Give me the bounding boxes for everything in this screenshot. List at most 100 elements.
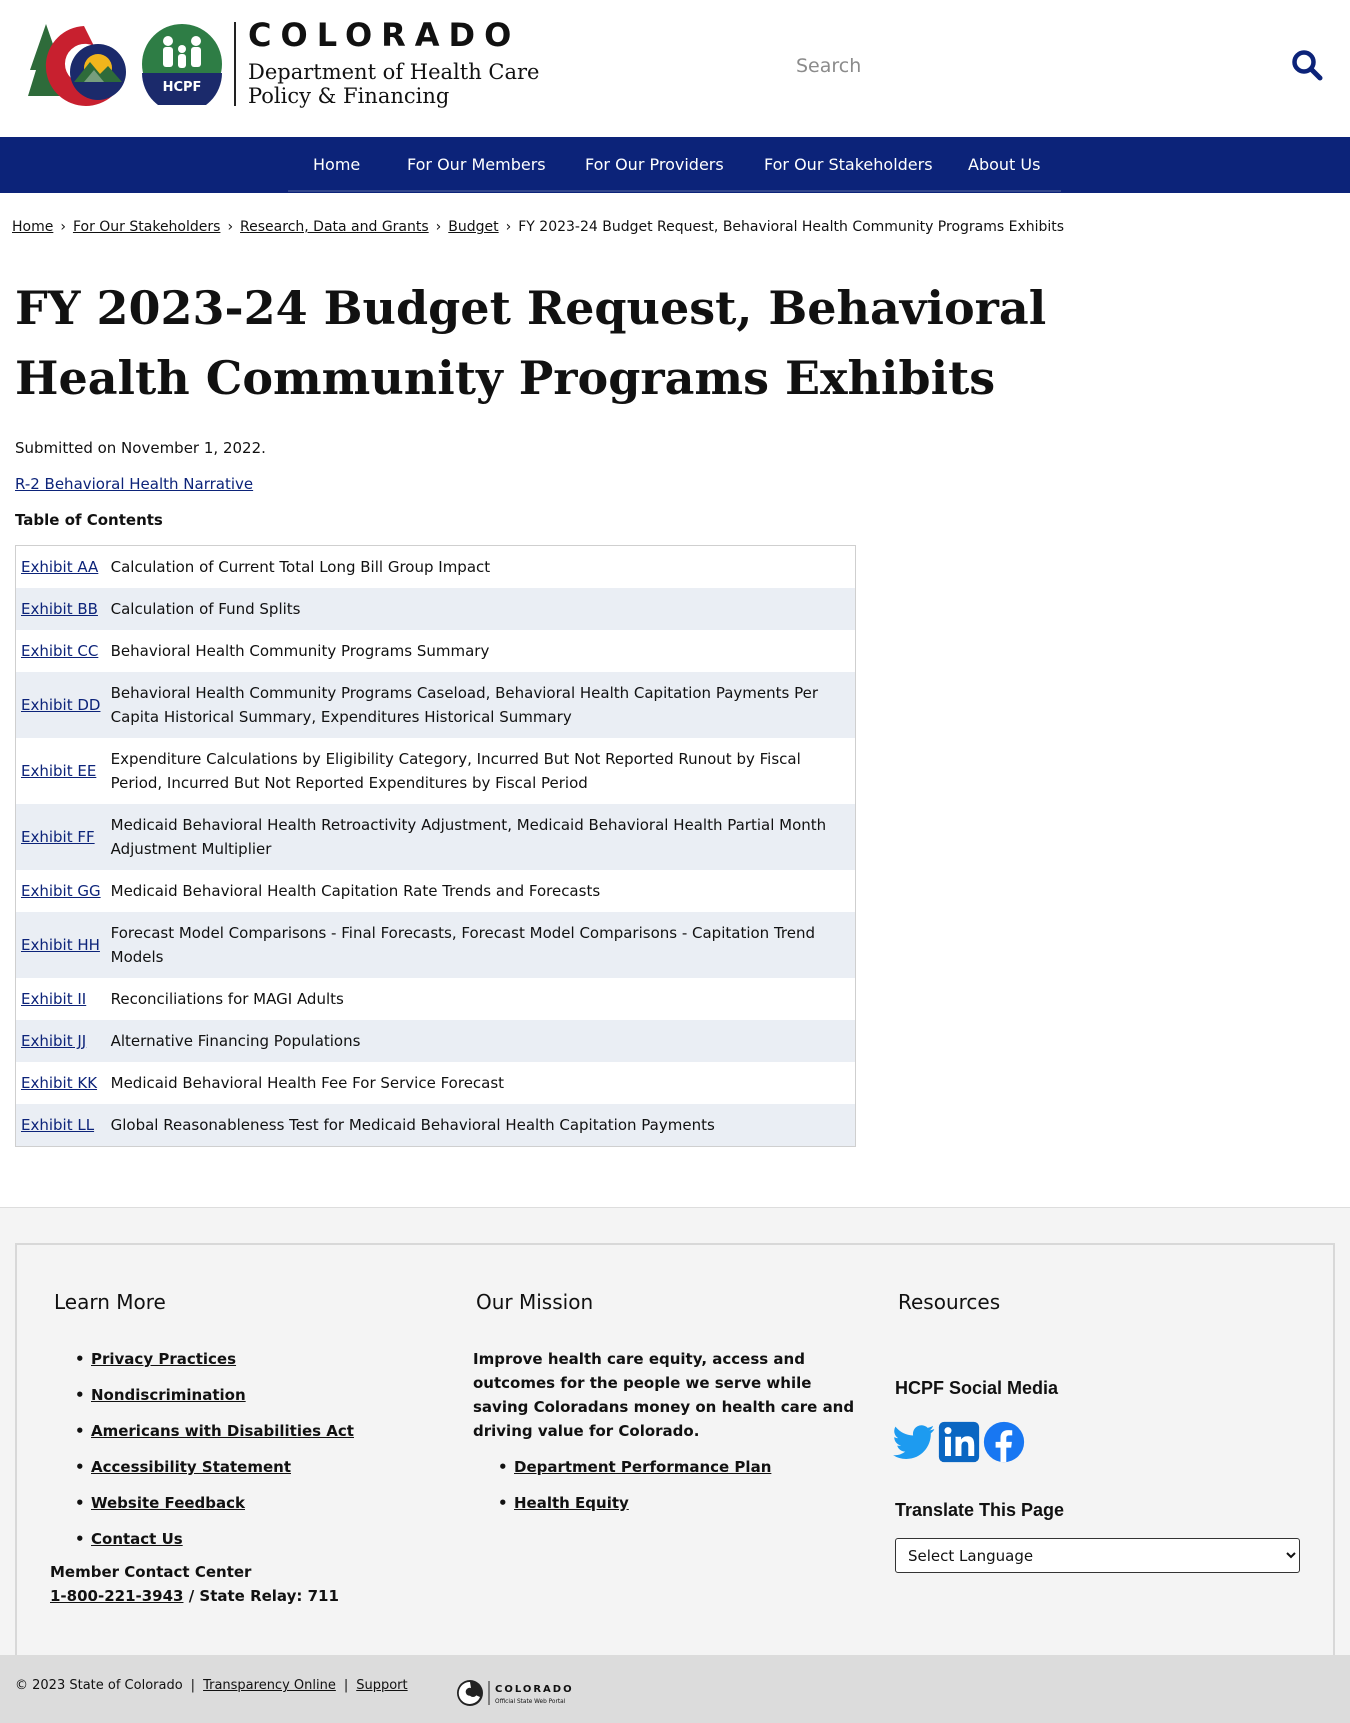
exhibit-cell: Exhibit EE — [16, 738, 106, 804]
facebook-icon[interactable] — [983, 1421, 1025, 1463]
nav-underline — [288, 190, 1061, 192]
state-name: COLORADO — [248, 16, 521, 54]
exhibit-cell: Exhibit LL — [16, 1104, 106, 1147]
nav-item-stakeholders[interactable]: For Our Stakeholders — [764, 137, 933, 193]
list-item: Accessibility Statement — [75, 1456, 354, 1492]
table-row: Exhibit DD Behavioral Health Community Pr… — [15, 672, 856, 738]
nav-item-providers[interactable]: For Our Providers — [585, 137, 724, 193]
breadcrumb-research[interactable]: Research, Data and Grants — [240, 219, 429, 235]
exhibit-cell: Exhibit KK — [16, 1062, 106, 1104]
exhibit-cell: Exhibit CC — [16, 630, 106, 672]
transparency-link[interactable]: Transparency Online — [203, 1678, 336, 1693]
phone-link[interactable]: 1-800-221-3943 — [50, 1587, 183, 1605]
department-line-2: Policy & Financing — [248, 84, 450, 108]
site-header: HCPF COLORADO Department of Health Care … — [0, 0, 1350, 137]
exhibit-link[interactable]: Exhibit BB — [21, 600, 98, 618]
state-portal-logo[interactable]: COLORADO Official State Web Portal — [455, 1677, 595, 1709]
copyright-text: © 2023 State of Colorado — [15, 1678, 183, 1693]
health-equity-link[interactable]: Health Equity — [514, 1494, 629, 1512]
contact-center-label: Member Contact Center — [50, 1563, 252, 1581]
exhibit-link[interactable]: Exhibit GG — [21, 882, 101, 900]
breadcrumb: Home › For Our Stakeholders › Research, Data… — [12, 219, 1064, 235]
performance-plan-link[interactable]: Department Performance Plan — [514, 1458, 771, 1476]
exhibit-cell: Exhibit DD — [16, 672, 106, 738]
submitted-date: Submitted on November 1, 2022. — [15, 439, 266, 457]
support-link[interactable]: Support — [356, 1678, 407, 1693]
ada-link[interactable]: Americans with Disabilities Act — [91, 1422, 354, 1440]
narrative-link[interactable]: R-2 Behavioral Health Narrative — [15, 475, 253, 493]
table-row: Exhibit JJ Alternative Financing Populati… — [15, 1020, 856, 1062]
department-line-1: Department of Health Care — [248, 60, 540, 84]
list-item: Contact Us — [75, 1528, 354, 1564]
contact-us-link[interactable]: Contact Us — [91, 1530, 183, 1548]
twitter-icon[interactable] — [893, 1421, 935, 1463]
exhibit-link[interactable]: Exhibit II — [21, 990, 86, 1008]
main-nav: Home For Our Members For Our Providers F… — [0, 137, 1350, 193]
exhibit-cell: Exhibit JJ — [16, 1020, 106, 1062]
exhibit-description: Forecast Model Comparisons - Final Forec… — [110, 924, 816, 966]
breadcrumb-home[interactable]: Home — [12, 219, 53, 235]
exhibit-description: Behavioral Health Community Programs Sum… — [110, 642, 490, 660]
list-item: Nondiscrimination — [75, 1384, 354, 1420]
page-title: FY 2023-24 Budget Request, Behavioral He… — [15, 281, 1047, 405]
exhibit-link[interactable]: Exhibit HH — [21, 936, 100, 954]
resources-heading: Resources — [898, 1290, 1001, 1314]
website-feedback-link[interactable]: Website Feedback — [91, 1494, 245, 1512]
exhibit-description: Medicaid Behavioral Health Fee For Servi… — [110, 1074, 505, 1092]
pipe-divider: | — [190, 1678, 196, 1693]
language-select[interactable]: Select Language — [895, 1538, 1300, 1573]
nondiscrimination-link[interactable]: Nondiscrimination — [91, 1386, 246, 1404]
colorado-logo[interactable] — [28, 20, 138, 106]
breadcrumb-separator: › — [435, 219, 442, 235]
exhibit-link[interactable]: Exhibit CC — [21, 642, 98, 660]
table-row: Exhibit LL Global Reasonableness Test for… — [15, 1104, 856, 1147]
accessibility-link[interactable]: Accessibility Statement — [91, 1458, 291, 1476]
breadcrumb-current: FY 2023-24 Budget Request, Behavioral He… — [518, 219, 1065, 235]
list-item: Americans with Disabilities Act — [75, 1420, 354, 1456]
breadcrumb-stakeholders[interactable]: For Our Stakeholders — [73, 219, 220, 235]
exhibit-link[interactable]: Exhibit DD — [21, 696, 100, 714]
search-icon[interactable] — [1290, 48, 1324, 82]
contact-line: 1-800-221-3943 / State Relay: 711 — [50, 1587, 339, 1605]
exhibit-link[interactable]: Exhibit KK — [21, 1074, 97, 1092]
exhibit-description: Behavioral Health Community Programs Cas… — [110, 684, 818, 726]
breadcrumb-separator: › — [227, 219, 234, 235]
exhibit-link[interactable]: Exhibit JJ — [21, 1032, 86, 1050]
exhibit-description: Global Reasonableness Test for Medicaid … — [110, 1116, 715, 1134]
breadcrumb-separator: › — [60, 219, 66, 235]
mission-list: Department Performance Plan Health Equit… — [498, 1456, 771, 1528]
exhibit-cell: Exhibit HH — [16, 912, 106, 978]
exhibit-link[interactable]: Exhibit EE — [21, 762, 96, 780]
learn-more-heading: Learn More — [54, 1290, 166, 1314]
exhibit-link[interactable]: Exhibit AA — [21, 558, 98, 576]
list-item: Website Feedback — [75, 1492, 354, 1528]
linkedin-icon[interactable] — [938, 1421, 980, 1463]
breadcrumb-separator: › — [505, 219, 512, 235]
search-input[interactable] — [796, 44, 1276, 88]
nav-item-members[interactable]: For Our Members — [407, 137, 546, 193]
nav-item-about[interactable]: About Us — [968, 137, 1040, 193]
exhibit-cell: Exhibit GG — [16, 870, 106, 912]
social-heading: HCPF Social Media — [895, 1378, 1059, 1398]
exhibit-link[interactable]: Exhibit FF — [21, 828, 95, 846]
privacy-practices-link[interactable]: Privacy Practices — [91, 1350, 236, 1368]
mission-text: Improve health care equity, access and o… — [473, 1350, 855, 1440]
table-row: Exhibit CC Behavioral Health Community Pr… — [16, 630, 856, 672]
mission-heading: Our Mission — [476, 1290, 594, 1314]
table-row: Exhibit BB Calculation of Fund Splits — [15, 588, 856, 630]
table-row: Exhibit AA Calculation of Current Total L… — [16, 546, 856, 589]
exhibit-description: Medicaid Behavioral Health Retroactivity… — [110, 816, 827, 858]
exhibit-link[interactable]: Exhibit LL — [21, 1116, 94, 1134]
hcpf-logo[interactable]: HCPF — [141, 23, 223, 105]
table-row: Exhibit II Reconciliations for MAGI Adult… — [16, 978, 856, 1020]
hcpf-badge-text: HCPF — [163, 80, 202, 95]
department-name: Department of Health Care Policy & Finan… — [248, 60, 539, 108]
list-item: Health Equity — [498, 1492, 771, 1528]
nav-item-home[interactable]: Home — [313, 137, 360, 193]
exhibit-description: Medicaid Behavioral Health Capitation Ra… — [110, 882, 601, 900]
exhibit-cell: Exhibit FF — [16, 804, 106, 870]
pipe-divider: | — [343, 1678, 349, 1693]
breadcrumb-budget[interactable]: Budget — [448, 219, 498, 235]
exhibit-description: Calculation of Fund Splits — [110, 600, 301, 618]
translate-heading: Translate This Page — [895, 1500, 1065, 1520]
